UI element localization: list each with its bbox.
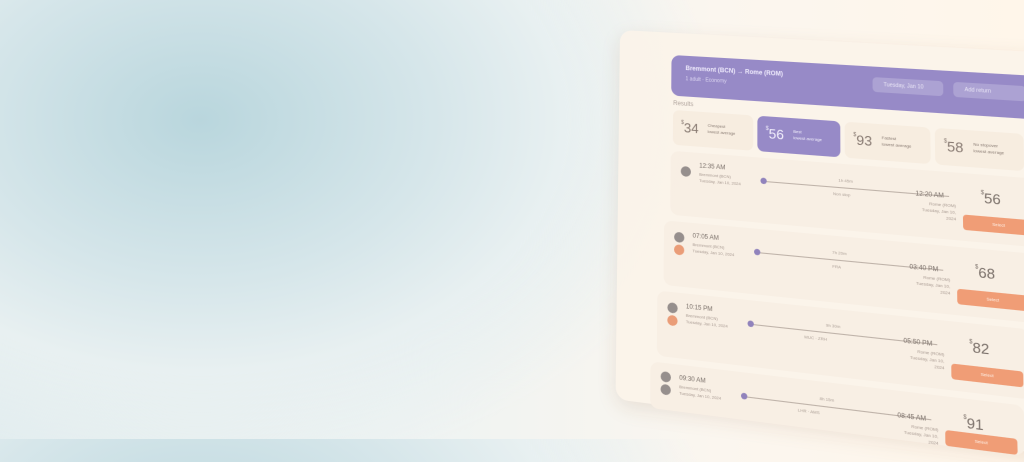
select-button[interactable]: Select <box>945 430 1017 455</box>
return-date-field[interactable]: Add return <box>953 82 1024 102</box>
passengers-summary: 1 adult · Economy <box>685 76 726 85</box>
fare-no-stopover[interactable]: $58 No stopover lowest average <box>935 128 1024 171</box>
select-button[interactable]: Select <box>951 363 1023 387</box>
airline-logo <box>674 232 684 243</box>
fare-fastest[interactable]: $93 Fastest lowest average <box>845 122 931 164</box>
results-label: Results <box>673 101 693 108</box>
flight-results-card: Bremmont (BCN) → Rome (ROM) 1 adult · Ec… <box>616 30 1024 455</box>
origin-dot <box>760 177 766 184</box>
fare-cheapest[interactable]: $34 Cheapest lowest average <box>673 110 753 151</box>
background-stage: Bremmont (BCN) → Rome (ROM) 1 adult · Ec… <box>0 0 1024 439</box>
airline-logo <box>674 244 684 255</box>
select-button[interactable]: Select <box>963 215 1024 237</box>
airline-logo <box>681 166 691 177</box>
departure-time: 12:35 AM <box>699 163 725 171</box>
search-header: Bremmont (BCN) → Rome (ROM) 1 adult · Ec… <box>671 55 1024 120</box>
fare-best[interactable]: $56 Best lowest average <box>757 116 840 158</box>
select-button[interactable]: Select <box>957 289 1024 312</box>
departure-date-field[interactable]: Tuesday, Jan 10 <box>873 77 944 96</box>
